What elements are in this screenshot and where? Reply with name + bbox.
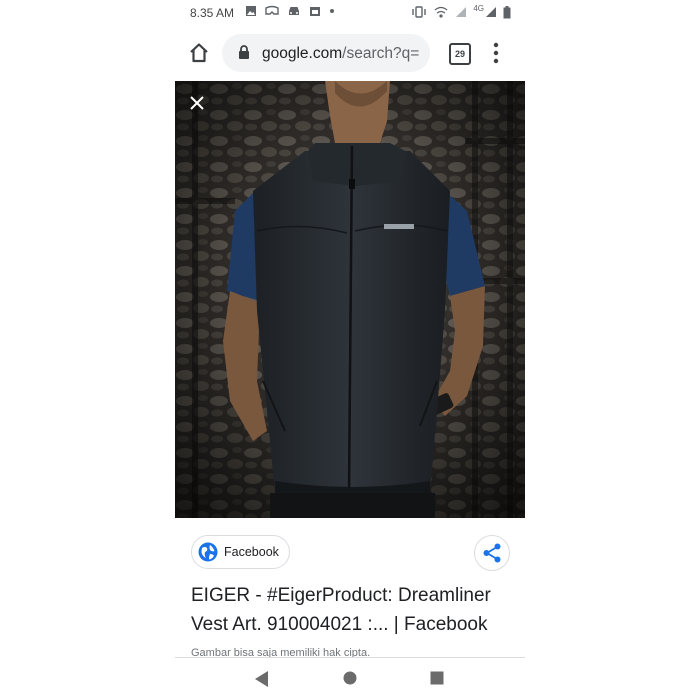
address-bar[interactable]: google.com/search?q= [222, 34, 430, 72]
signal-icon [456, 7, 467, 17]
calendar-icon [310, 7, 320, 16]
status-bar: 8.35 AM 4G [175, 0, 525, 28]
source-chip[interactable]: Facebook [191, 535, 290, 569]
url-host: google.com [262, 45, 343, 62]
home-nav-icon[interactable] [343, 671, 357, 685]
wifi-calling-icon [434, 6, 448, 18]
car-icon [289, 7, 299, 15]
vibrate-icon [412, 6, 427, 18]
product-photo [175, 81, 525, 518]
browser-toolbar: google.com/search?q= 29 [175, 28, 525, 80]
close-icon[interactable] [189, 95, 205, 111]
status-time: 8.35 AM [190, 6, 235, 20]
back-icon[interactable] [254, 670, 270, 688]
tab-switcher-button[interactable]: 29 [449, 43, 471, 65]
source-label: Facebook [224, 545, 279, 559]
lock-icon [239, 45, 249, 59]
phone-screen: 8.35 AM 4G google.com/search?q= 29 Faceb… [175, 0, 525, 700]
battery-icon [503, 5, 511, 18]
share-button[interactable] [474, 535, 510, 571]
navigation-bar [175, 658, 525, 700]
signal-strength-icon [486, 7, 496, 17]
result-title[interactable]: EIGER - #EigerProduct: Dreamliner Vest A… [191, 581, 516, 639]
dot-icon [330, 9, 334, 13]
home-button[interactable] [187, 41, 211, 65]
url-path: /search?q= [342, 45, 420, 62]
recents-icon[interactable] [430, 671, 444, 685]
more-options-icon[interactable] [493, 42, 499, 64]
share-icon [483, 543, 501, 563]
image-preview[interactable] [175, 81, 525, 518]
notification-icons [245, 5, 335, 17]
globe-icon [198, 542, 218, 562]
url-text[interactable]: google.com/search?q= [262, 45, 419, 63]
image-icon [246, 6, 256, 16]
copyright-disclaimer: Gambar bisa saja memiliki hak cipta. [191, 647, 371, 657]
vr-icon [265, 5, 279, 15]
system-icons: 4G [411, 3, 511, 19]
network-type: 4G [473, 3, 484, 13]
